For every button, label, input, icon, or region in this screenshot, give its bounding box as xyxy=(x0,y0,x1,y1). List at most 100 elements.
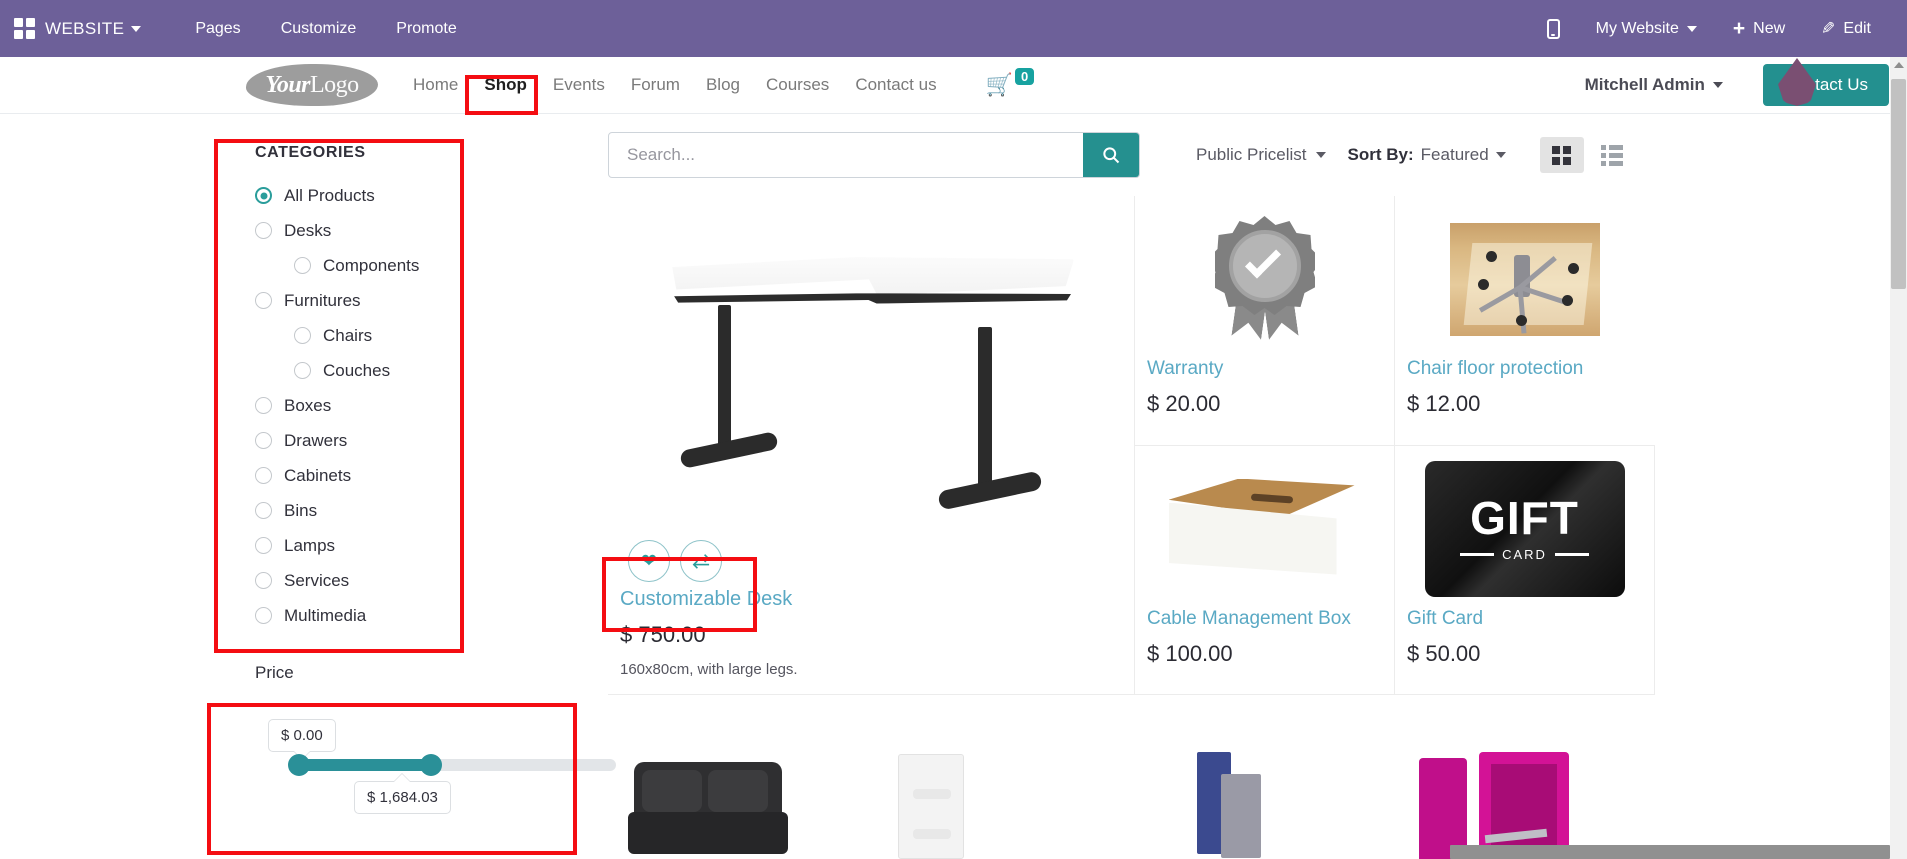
categories-list: All Products Desks Components Furnitures… xyxy=(246,178,496,633)
vertical-scrollbar[interactable] xyxy=(1890,57,1907,859)
radio-icon[interactable] xyxy=(294,362,311,379)
cable-box-body xyxy=(1168,502,1337,575)
product-name[interactable]: Warranty xyxy=(1147,358,1382,380)
search-input[interactable] xyxy=(609,133,1083,177)
product-price: $ 20.00 xyxy=(1147,391,1221,416)
radio-icon[interactable] xyxy=(294,327,311,344)
nav-item-shop[interactable]: Shop xyxy=(471,69,540,101)
product-name[interactable]: Cable Management Box xyxy=(1147,608,1382,630)
chevron-down-icon xyxy=(1686,25,1697,32)
list-view-button[interactable] xyxy=(1590,137,1634,173)
radio-icon[interactable] xyxy=(255,572,272,589)
radio-icon[interactable] xyxy=(255,607,272,624)
product-card-panels[interactable] xyxy=(1135,738,1395,859)
search-box[interactable] xyxy=(608,132,1140,178)
vertical-scrollbar-thumb[interactable] xyxy=(1891,79,1906,289)
search-submit-button[interactable] xyxy=(1083,133,1139,177)
nav-item-blog[interactable]: Blog xyxy=(693,69,753,101)
admin-menu-promote[interactable]: Promote xyxy=(376,20,476,38)
chair-caster xyxy=(1568,262,1579,274)
category-item-chairs[interactable]: Chairs xyxy=(246,318,496,353)
product-card-cable-management-box[interactable]: Cable Management Box $ 100.00 xyxy=(1135,445,1395,695)
price-max-bubble: $ 1,684.03 xyxy=(354,781,451,814)
product-card-gift-card[interactable]: GIFT CARD Gift Card $ 50.00 xyxy=(1395,445,1655,695)
site-logo[interactable]: Your Logo xyxy=(246,64,378,106)
category-item-bins[interactable]: Bins xyxy=(246,493,496,528)
product-name[interactable]: Chair floor protection xyxy=(1407,358,1643,380)
product-card-chair-floor-protection[interactable]: Chair floor protection $ 12.00 xyxy=(1395,196,1655,446)
category-item-lamps[interactable]: Lamps xyxy=(246,528,496,563)
pricelist-dropdown[interactable]: Public Pricelist xyxy=(1196,145,1326,165)
product-card-warranty[interactable]: Warranty $ 20.00 xyxy=(1135,196,1395,446)
mobile-preview-button[interactable] xyxy=(1529,18,1578,39)
category-item-cabinets[interactable]: Cabinets xyxy=(246,458,496,493)
category-label: Cabinets xyxy=(284,465,352,485)
price-range-slider[interactable]: $ 0.00 $ 1,684.03 xyxy=(246,719,616,819)
warranty-badge-icon xyxy=(1205,214,1325,344)
admin-menu-customize[interactable]: Customize xyxy=(261,20,377,38)
category-item-services[interactable]: Services xyxy=(246,563,496,598)
cart-button[interactable]: 🛒 0 xyxy=(985,68,1035,97)
plus-icon: + xyxy=(1732,17,1746,40)
horizontal-scrollbar-thumb[interactable] xyxy=(1450,845,1890,859)
scroll-up-arrow-icon[interactable] xyxy=(1894,62,1904,68)
website-brand-menu[interactable]: WEBSITE xyxy=(45,18,142,39)
category-item-drawers[interactable]: Drawers xyxy=(246,423,496,458)
add-to-compare-button[interactable] xyxy=(680,540,722,582)
radio-icon[interactable] xyxy=(255,292,272,309)
grid-view-button[interactable] xyxy=(1539,137,1584,173)
product-card-wardrobe[interactable] xyxy=(1395,738,1655,859)
category-label: Bins xyxy=(284,500,318,520)
admin-menu-pages[interactable]: Pages xyxy=(175,20,260,38)
gift-card-title: GIFT xyxy=(1470,492,1579,544)
price-slider-handle-max[interactable] xyxy=(420,754,442,776)
radio-icon[interactable] xyxy=(255,432,272,449)
radio-icon[interactable] xyxy=(255,467,272,484)
sort-by-dropdown[interactable]: Sort By: Featured xyxy=(1348,145,1506,165)
nav-item-events[interactable]: Events xyxy=(540,69,618,101)
logo-text-your: Your xyxy=(265,71,310,98)
user-menu-label: Mitchell Admin xyxy=(1584,75,1705,94)
product-grid: ❤ Customizable Desk $ 750.00 160x80cm, w… xyxy=(608,196,1655,695)
nav-item-home[interactable]: Home xyxy=(400,69,471,101)
page-content: CATEGORIES All Products Desks Components… xyxy=(0,114,1907,859)
new-button[interactable]: + New xyxy=(1715,18,1803,39)
category-item-all-products[interactable]: All Products xyxy=(246,178,496,213)
category-item-furnitures[interactable]: Furnitures xyxy=(246,283,496,318)
site-header: Your Logo Home Shop Events Forum Blog Cou… xyxy=(0,57,1907,114)
category-item-boxes[interactable]: Boxes xyxy=(246,388,496,423)
user-menu[interactable]: Mitchell Admin xyxy=(1585,75,1723,95)
edit-button[interactable]: ✎ Edit xyxy=(1803,19,1889,39)
nav-item-courses[interactable]: Courses xyxy=(753,69,842,101)
product-name[interactable]: Gift Card xyxy=(1407,608,1642,630)
product-card-couch[interactable] xyxy=(608,738,1135,859)
apps-grid-icon[interactable] xyxy=(14,18,35,39)
nav-item-contact-us[interactable]: Contact us xyxy=(842,69,949,101)
compare-icon xyxy=(692,554,710,569)
add-to-wishlist-button[interactable]: ❤ xyxy=(628,540,670,582)
category-label: Furnitures xyxy=(284,290,361,310)
price-slider-handle-min[interactable] xyxy=(288,754,310,776)
category-item-components[interactable]: Components xyxy=(246,248,496,283)
category-item-couches[interactable]: Couches xyxy=(246,353,496,388)
radio-icon[interactable] xyxy=(255,502,272,519)
list-view-icon xyxy=(1600,144,1623,166)
radio-icon[interactable] xyxy=(255,187,272,204)
new-button-label: New xyxy=(1753,19,1786,37)
radio-icon[interactable] xyxy=(255,537,272,554)
category-item-desks[interactable]: Desks xyxy=(246,213,496,248)
category-label: All Products xyxy=(284,185,375,205)
radio-icon[interactable] xyxy=(294,257,311,274)
nav-item-forum[interactable]: Forum xyxy=(618,69,693,101)
price-slider-track[interactable] xyxy=(288,754,616,776)
product-card-customizable-desk[interactable]: ❤ Customizable Desk $ 750.00 160x80cm, w… xyxy=(608,196,1135,695)
chair-floor-mat-photo xyxy=(1450,222,1600,336)
website-brand-label: WEBSITE xyxy=(45,18,125,38)
site-selector[interactable]: My Website xyxy=(1578,20,1715,38)
logo-text-logo: Logo xyxy=(310,71,359,98)
category-item-multimedia[interactable]: Multimedia xyxy=(246,598,496,633)
radio-icon[interactable] xyxy=(255,397,272,414)
radio-icon[interactable] xyxy=(255,222,272,239)
shopping-cart-icon: 🛒 xyxy=(985,72,1013,97)
product-name[interactable]: Customizable Desk xyxy=(620,588,1122,611)
